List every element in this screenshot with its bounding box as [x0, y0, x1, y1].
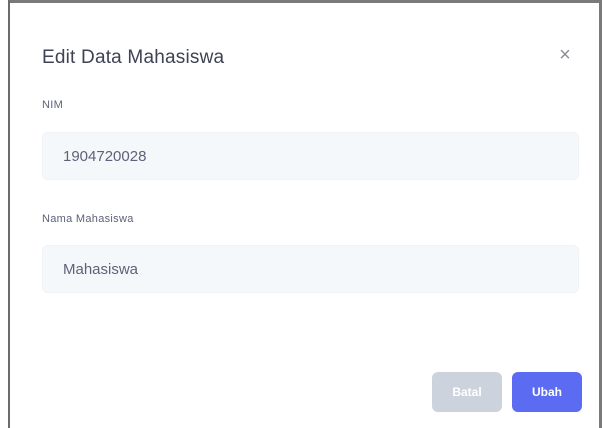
nim-label: NIM: [42, 99, 64, 111]
nama-mahasiswa-input[interactable]: [42, 245, 579, 293]
submit-button[interactable]: Ubah: [512, 372, 582, 412]
modal-title: Edit Data Mahasiswa: [42, 47, 225, 68]
cancel-button[interactable]: Batal: [432, 372, 502, 412]
screen: Edit Data Mahasiswa × NIM Nama Mahasiswa…: [0, 0, 602, 428]
nim-input[interactable]: [42, 132, 579, 180]
edit-mahasiswa-modal: Edit Data Mahasiswa × NIM Nama Mahasiswa…: [10, 3, 599, 428]
nama-mahasiswa-label: Nama Mahasiswa: [42, 213, 134, 225]
close-icon[interactable]: ×: [553, 43, 577, 67]
